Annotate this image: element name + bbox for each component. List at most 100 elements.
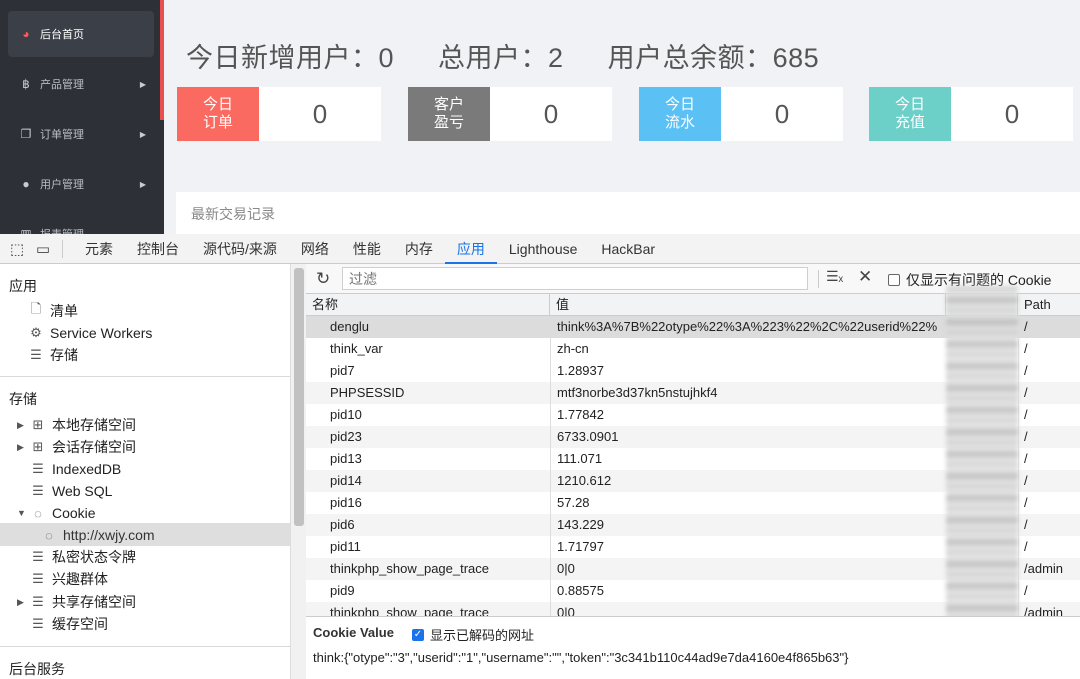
sidebar-item-orders[interactable]: ❐ 订单管理 ▶ [0, 111, 160, 157]
sidebar-item-users[interactable]: ● 用户管理 ▶ [0, 161, 160, 207]
database-icon: ☰ [32, 594, 44, 609]
expand-arrow-icon[interactable]: ▶ [17, 442, 29, 453]
cookie-icon: ◌ [34, 505, 42, 521]
close-icon[interactable]: ✕ [858, 267, 872, 287]
tree-item-indexeddb[interactable]: ☰ IndexedDB [17, 458, 121, 480]
checkmark-icon[interactable]: ✓ [412, 628, 424, 641]
checkbox-box[interactable] [888, 274, 900, 286]
chart-icon: ▥ [20, 227, 32, 234]
filter-input[interactable] [342, 267, 808, 290]
stat-card-label: 今日 充值 [869, 87, 951, 141]
tree-item-private-state-tokens[interactable]: ☰ 私密状态令牌 [17, 546, 136, 568]
stat-card-flow: 今日 流水 0 [639, 87, 843, 141]
admin-page: ◕ 后台首页 ฿ 产品管理 ▶ ❐ 订单管理 ▶ ● 用户管理 ▶ ▥ 报表管理… [0, 0, 1080, 234]
tree-item-manifest[interactable]: 🗋 清单 [27, 300, 78, 322]
sidebar-item-reports[interactable]: ▥ 报表管理 [0, 211, 160, 234]
cell-path: /admin [1018, 558, 1080, 580]
tab-memory[interactable]: 内存 [393, 234, 445, 264]
tree-item-label: Web SQL [52, 483, 113, 499]
recent-transactions-panel: 最新交易记录 [176, 192, 1080, 234]
tree-item-local-storage[interactable]: ▶ ⊞ 本地存储空间 [17, 414, 136, 436]
tab-sources[interactable]: 源代码/来源 [191, 234, 289, 264]
cell-value: mtf3norbe3d37kn5nstujhkf4 [550, 382, 946, 404]
tree-item-label: http://xwjy.com [63, 527, 155, 543]
tree-item-shared-storage[interactable]: ▶ ☰ 共享存储空间 [17, 591, 136, 613]
file-icon: 🗋 [30, 301, 42, 316]
tree-item-label: IndexedDB [52, 461, 122, 477]
tree-item-label: 私密状态令牌 [52, 549, 136, 565]
column-header-value[interactable]: 值 [550, 294, 946, 316]
stat-card-label-line: 今日 [894, 96, 925, 113]
toolbar-divider [62, 239, 63, 258]
tab-performance[interactable]: 性能 [341, 234, 393, 264]
tab-elements[interactable]: 元素 [73, 234, 125, 264]
stat-card-label-line: 流水 [664, 114, 695, 131]
cookie-value-title: Cookie Value [313, 625, 394, 640]
dashboard-icon: ◕ [22, 27, 30, 41]
cell-path: / [1018, 426, 1080, 448]
expand-arrow-icon[interactable]: ▶ [17, 597, 29, 608]
sidebar-item-label: 产品管理 [40, 79, 84, 91]
cell-name: pid6 [330, 517, 355, 532]
tab-application[interactable]: 应用 [444, 234, 497, 264]
tab-lighthouse[interactable]: Lighthouse [497, 234, 590, 264]
sidebar-item-home[interactable]: ◕ 后台首页 [8, 11, 154, 57]
collapse-arrow-icon[interactable]: ▼ [17, 508, 29, 518]
tree-item-cookie-origin[interactable]: ◌ http://xwjy.com [40, 524, 155, 546]
stat-card-label: 今日 流水 [639, 87, 721, 141]
tree-item-interest-groups[interactable]: ☰ 兴趣群体 [17, 568, 108, 590]
tree-item-session-storage[interactable]: ▶ ⊞ 会话存储空间 [17, 436, 136, 458]
inspect-element-icon[interactable]: ⬚ [4, 240, 30, 258]
cell-path: / [1018, 382, 1080, 404]
checkbox-label: 显示已解码的网址 [430, 628, 535, 643]
cell-path: / [1018, 580, 1080, 602]
cookie-table-panel: ↻ ☰ₓ ✕ 仅显示有问题的 Cookie 名称 值 Path denglu t… [306, 264, 1080, 679]
sidebar-item-label: 订单管理 [40, 129, 84, 141]
stat-card-value: 0 [543, 98, 559, 129]
tree-item-label: 缓存空间 [52, 616, 108, 632]
stat-card-profit: 客户 盈亏 0 [408, 87, 612, 141]
tree-item-label: Cookie [52, 505, 96, 521]
cell-value: 1.71797 [550, 536, 946, 558]
tree-item-label: Service Workers [50, 325, 153, 341]
tree-item-websql[interactable]: ☰ Web SQL [17, 480, 112, 502]
tree-item-cookie[interactable]: ▼ ◌ Cookie [17, 502, 96, 524]
tree-item-cache-storage[interactable]: ☰ 缓存空间 [17, 613, 108, 635]
stat-card-label-line: 客户 [433, 96, 464, 113]
sidebar-item-products[interactable]: ฿ 产品管理 ▶ [0, 61, 160, 107]
clear-filtered-icon[interactable]: ☰ₓ [826, 268, 843, 285]
stat-card-label-line: 今日 [664, 96, 695, 113]
cell-value: 0|0 [550, 558, 946, 580]
cell-value: 0.88575 [550, 580, 946, 602]
tree-item-label: 兴趣群体 [52, 571, 108, 587]
redacted-domain-column [946, 286, 1018, 624]
cookie-icon: ◌ [45, 527, 53, 543]
expand-arrow-icon[interactable]: ▶ [17, 420, 29, 431]
cell-name: pid7 [330, 363, 355, 378]
sidebar-scrollbar[interactable] [290, 264, 306, 679]
refresh-icon[interactable]: ↻ [316, 269, 330, 289]
tab-network[interactable]: 网络 [289, 234, 341, 264]
stat-card-recharge: 今日 充值 0 [869, 87, 1073, 141]
caret-right-icon: ▶ [139, 129, 146, 139]
tab-console[interactable]: 控制台 [125, 234, 191, 264]
caret-right-icon: ▶ [139, 79, 146, 89]
tree-item-label: 共享存储空间 [52, 594, 136, 610]
cell-name: pid16 [330, 495, 362, 510]
database-icon: ☰ [32, 483, 44, 498]
tree-item-label: 清单 [50, 303, 78, 319]
cell-value: think%3A%7B%22otype%22%3A%223%22%2C%22us… [550, 316, 946, 338]
cell-path: /admin [1018, 602, 1080, 616]
column-header-path[interactable]: Path [1018, 294, 1080, 316]
tree-item-storage[interactable]: ☰ 存储 [27, 344, 78, 366]
tree-item-service-workers[interactable]: ⚙ Service Workers [27, 322, 152, 344]
show-decoded-checkbox[interactable]: ✓ 显示已解码的网址 [412, 625, 534, 644]
scrollbar-thumb[interactable] [294, 268, 304, 526]
cell-name: pid23 [330, 429, 362, 444]
section-header-application: 应用 [9, 278, 37, 294]
database-icon: ☰ [32, 461, 44, 476]
column-header-name[interactable]: 名称 [306, 294, 550, 316]
cell-value: 1210.612 [550, 470, 946, 492]
tab-hackbar[interactable]: HackBar [589, 234, 667, 264]
device-toolbar-icon[interactable]: ▭ [30, 240, 56, 258]
